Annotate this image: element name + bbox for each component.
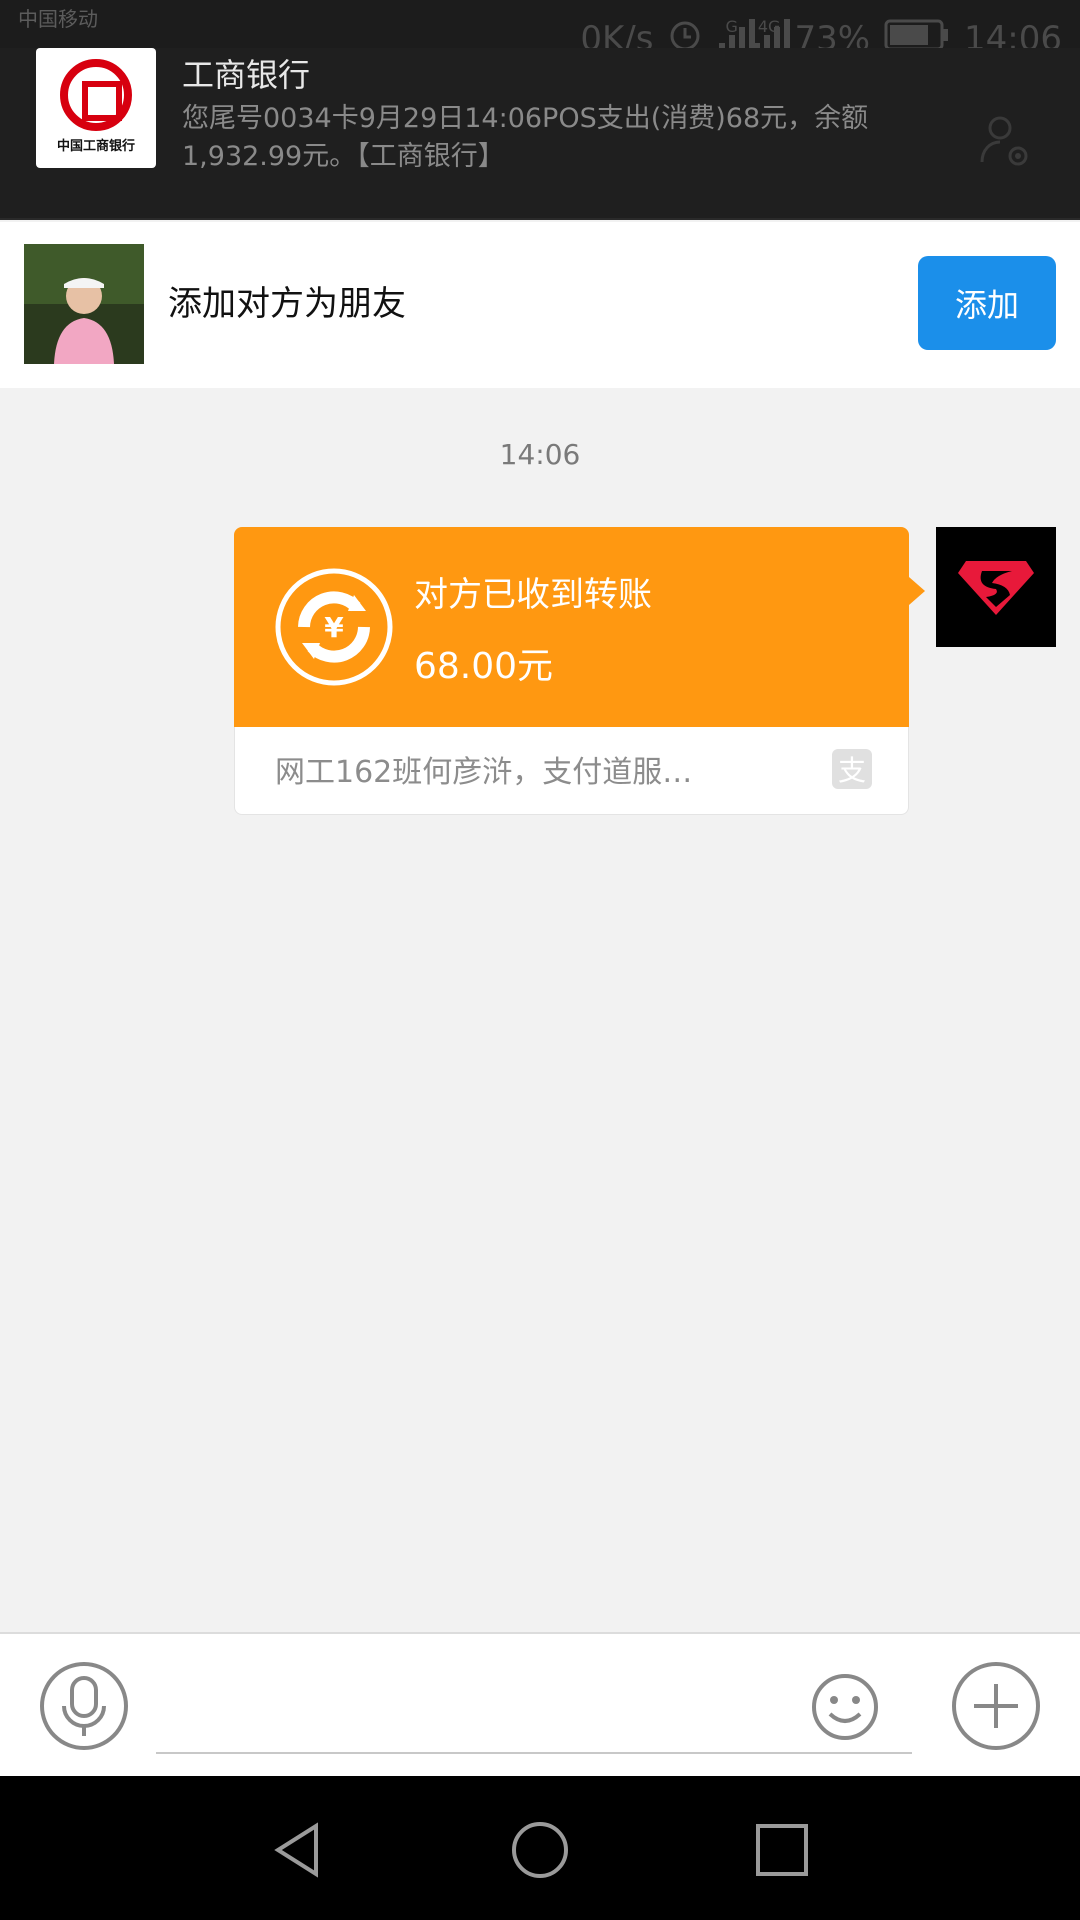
transfer-status: 对方已收到转账 — [414, 575, 652, 615]
svg-text:¥: ¥ — [324, 611, 344, 644]
smiley-icon[interactable] — [810, 1672, 880, 1742]
add-friend-label: 添加对方为朋友 — [168, 284, 406, 324]
contact-avatar[interactable] — [24, 244, 144, 364]
back-icon[interactable] — [270, 1820, 330, 1880]
transfer-message[interactable]: ¥ 对方已收到转账 68.00元 网工162班何彦浒，支付道服… 支 — [234, 527, 925, 815]
alipay-icon: 支 — [832, 749, 872, 789]
more-actions-button[interactable] — [952, 1662, 1040, 1750]
my-avatar[interactable] — [936, 527, 1056, 647]
add-friend-row: 添加对方为朋友 添加 — [0, 222, 1080, 388]
bubble-tail — [909, 577, 925, 605]
notification-body: 您尾号0034卡9月29日14:06POS支出(消费)68元，余额1,932.9… — [182, 103, 869, 172]
icbc-logo-icon — [60, 58, 132, 131]
home-icon[interactable] — [510, 1820, 570, 1880]
notification-title: 工商银行 — [182, 56, 311, 94]
message-timestamp: 14:06 — [499, 438, 581, 471]
transfer-amount: 68.00元 — [414, 646, 554, 687]
logo-text: 中国工商银行 — [56, 138, 135, 154]
icbc-logo: 中国工商银行 — [36, 48, 156, 168]
plus-icon — [974, 1684, 1018, 1728]
message-input[interactable] — [156, 1752, 912, 1754]
chat-input-bar — [0, 1632, 1080, 1776]
currency-exchange-icon: ¥ — [274, 567, 394, 687]
network-type-4g: 4G — [757, 16, 781, 36]
carrier-label: 中国移动 — [18, 7, 98, 31]
transfer-note: 网工162班何彦浒，支付道服… — [275, 755, 693, 790]
transfer-footer: 网工162班何彦浒，支付道服… 支 — [234, 727, 909, 815]
transfer-card[interactable]: ¥ 对方已收到转账 68.00元 — [234, 527, 909, 727]
contact-settings-icon[interactable] — [976, 112, 1036, 172]
recents-icon[interactable] — [752, 1820, 812, 1880]
voice-input-button[interactable] — [40, 1662, 128, 1750]
bank-notification[interactable]: 中国工商银行 工商银行 您尾号0034卡9月29日14:06POS支出(消费)6… — [0, 48, 1080, 220]
add-friend-button[interactable]: 添加 — [918, 256, 1056, 350]
network-type-g: G — [725, 16, 738, 36]
system-nav-bar — [0, 1776, 1080, 1920]
microphone-icon — [62, 1676, 106, 1736]
